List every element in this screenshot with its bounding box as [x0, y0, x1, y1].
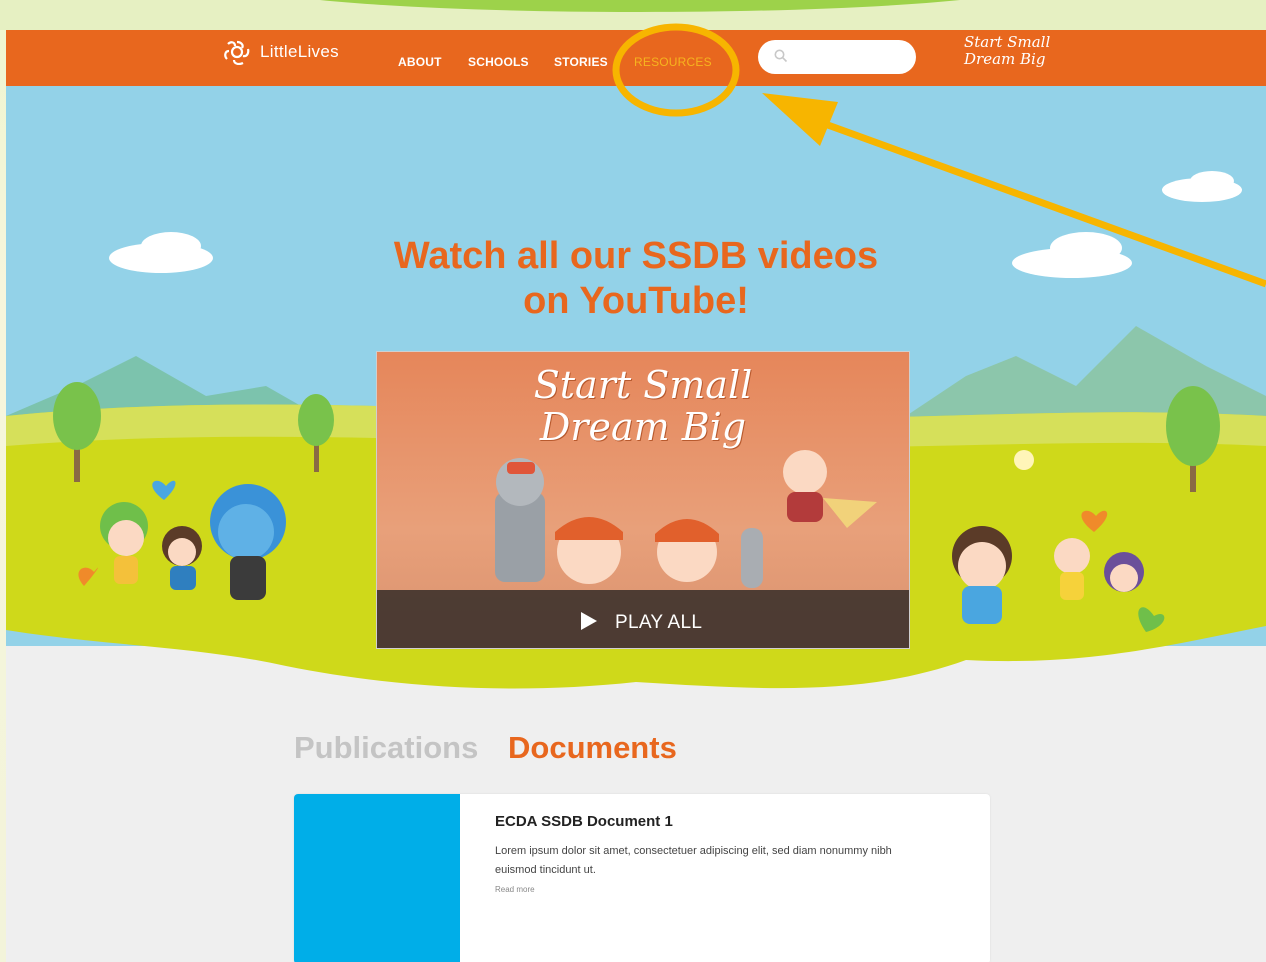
play-all-bar[interactable]: PLAY ALL	[377, 590, 909, 648]
tab-documents[interactable]: Documents	[508, 730, 677, 766]
search-icon	[774, 49, 788, 63]
document-description: Lorem ipsum dolor sit amet, consectetuer…	[495, 845, 892, 876]
video-title-line-2: Dream Big	[539, 405, 747, 449]
video-title: Start Small Dream Big	[377, 364, 909, 448]
hero-banner: Watch all our SSDB videos on YouTube! St…	[6, 86, 1266, 720]
play-icon	[581, 612, 597, 630]
ssdb-brand-logo[interactable]: Start Small Dream Big	[964, 34, 1050, 68]
hero-title: Watch all our SSDB videos on YouTube!	[6, 234, 1266, 324]
nav-link-about[interactable]: ABOUT	[398, 55, 442, 69]
hero-title-line-2: on YouTube!	[523, 280, 749, 322]
logo-text: LittleLives	[260, 42, 339, 61]
top-navbar: LittleLives ABOUT SCHOOLS STORIES RESOUR…	[6, 30, 1266, 86]
play-all-label: PLAY ALL	[615, 612, 703, 633]
brand-line-2: Dream Big	[964, 50, 1046, 68]
nav-link-resources[interactable]: RESOURCES	[634, 55, 712, 69]
littlelives-logo[interactable]: LittleLives	[222, 39, 339, 65]
brand-line-1: Start Small	[964, 33, 1051, 51]
document-title: ECDA SSDB Document 1	[495, 813, 673, 830]
tab-publications[interactable]: Publications	[294, 730, 478, 766]
document-thumbnail	[294, 794, 460, 962]
nav-link-stories[interactable]: STORIES	[554, 55, 608, 69]
flower-logo-icon	[224, 40, 250, 65]
search-input[interactable]	[758, 40, 916, 74]
hero-title-line-1: Watch all our SSDB videos	[393, 235, 879, 277]
nav-link-schools[interactable]: SCHOOLS	[468, 55, 529, 69]
document-card[interactable]: ECDA SSDB Document 1 Lorem ipsum dolor s…	[294, 794, 990, 962]
video-title-line-1: Start Small	[533, 363, 753, 407]
read-more-link[interactable]: Read more	[495, 885, 535, 894]
youtube-playlist-embed[interactable]: Start Small Dream Big PLAY ALL	[376, 351, 910, 649]
webpage: LittleLives ABOUT SCHOOLS STORIES RESOUR…	[6, 30, 1266, 962]
